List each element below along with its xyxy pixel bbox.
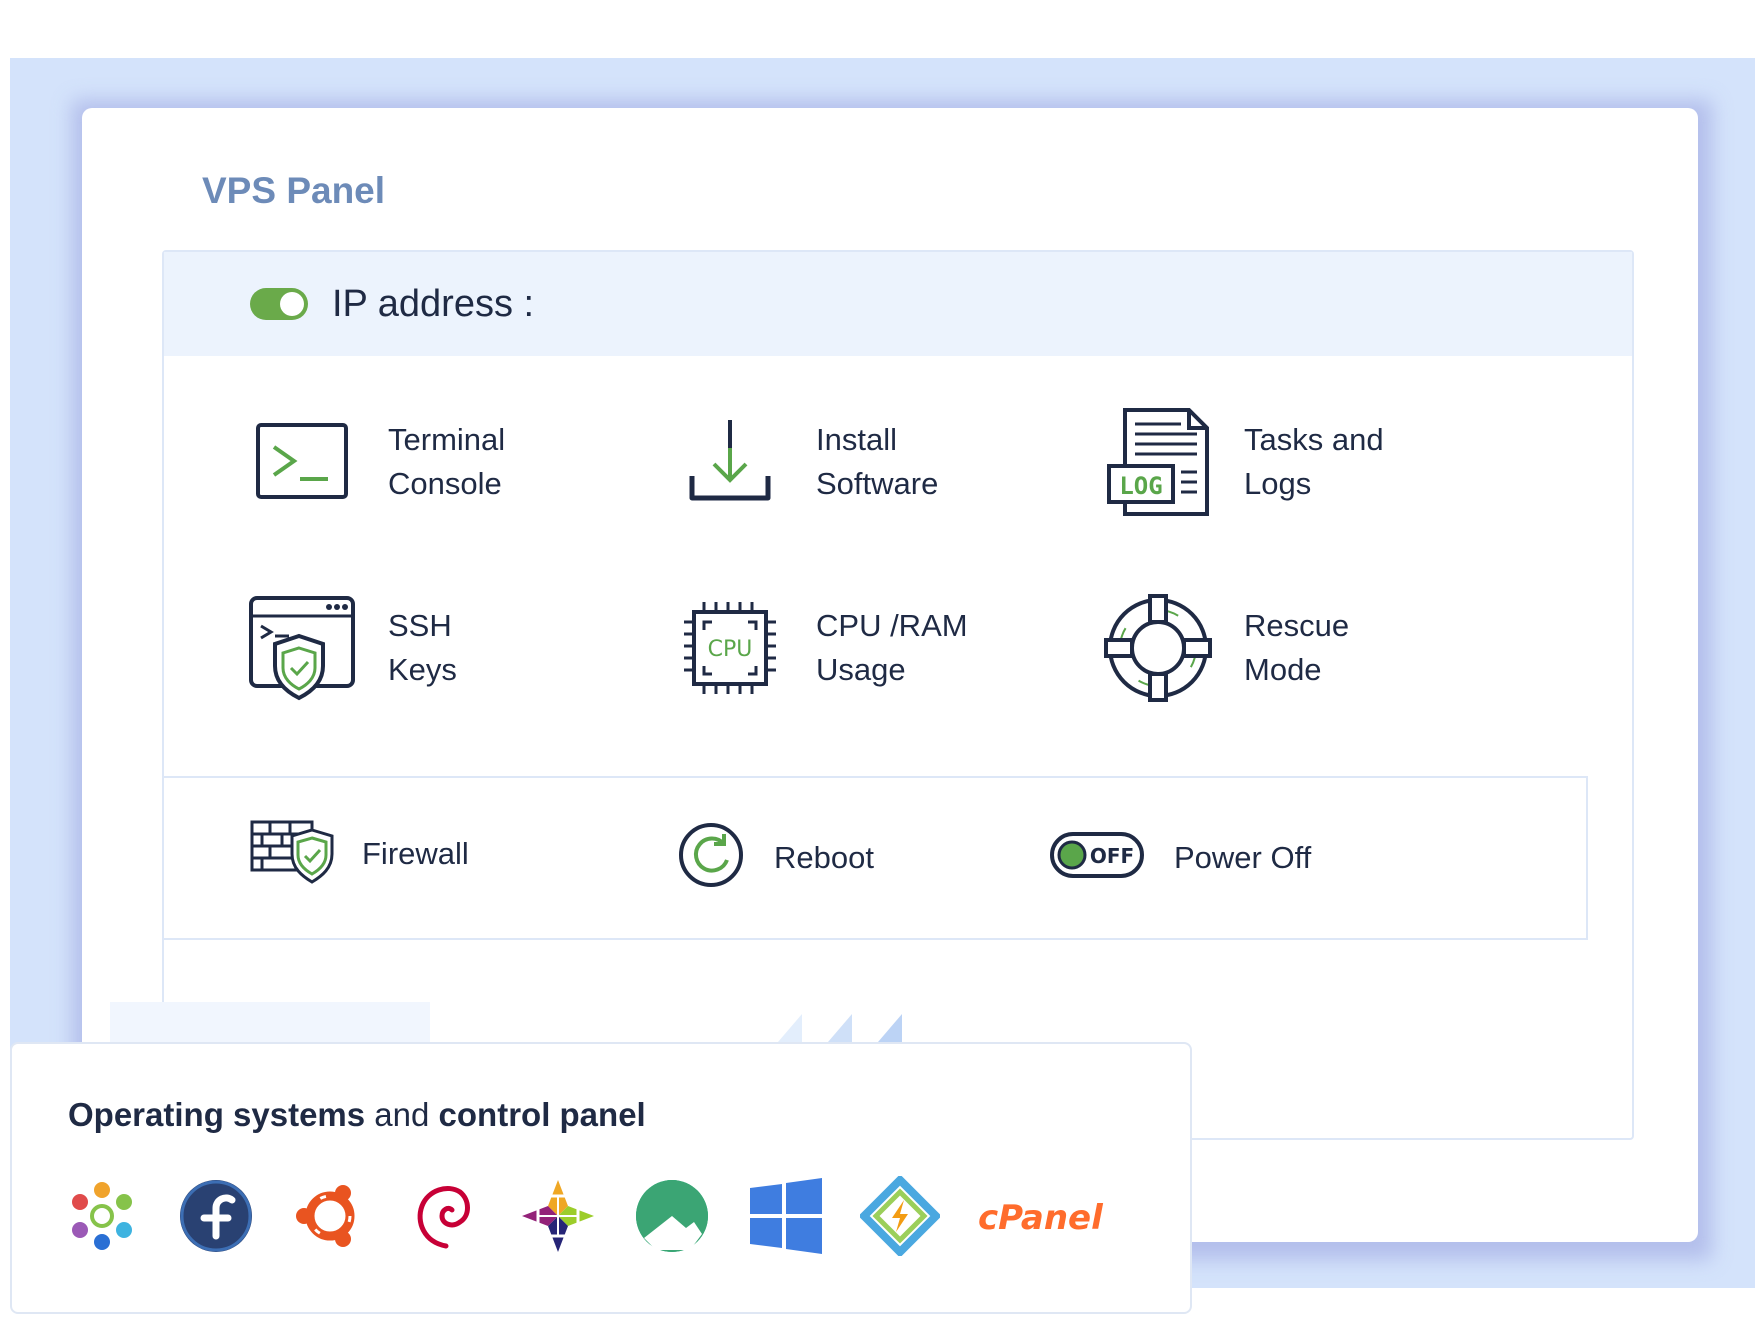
ip-bar: IP address : xyxy=(164,252,1632,356)
feature-cpu-ram-usage[interactable]: CPU CPU /RAM Usage xyxy=(670,588,968,708)
fedora-logo-icon[interactable] xyxy=(176,1176,256,1256)
actions-frame: Firewall Reboot OFF Power Off xyxy=(164,776,1588,940)
feature-label: SSH Keys xyxy=(388,608,457,687)
feature-label: Rescue Mode xyxy=(1244,608,1350,687)
ip-toggle-switch[interactable] xyxy=(250,288,308,320)
reboot-button[interactable]: Reboot xyxy=(678,822,874,893)
feature-label: Tasks and Logs xyxy=(1244,422,1384,501)
cpu-chip-icon: CPU xyxy=(670,588,790,708)
feature-terminal-console[interactable]: Terminal Console xyxy=(242,402,505,522)
feature-label: CPU /RAM Usage xyxy=(816,608,968,687)
debian-logo-icon[interactable] xyxy=(404,1176,484,1256)
windows-logo-icon[interactable] xyxy=(746,1176,826,1256)
action-label: Power Off xyxy=(1174,839,1312,875)
log-file-icon: LOG xyxy=(1098,402,1218,522)
feature-label: Terminal Console xyxy=(388,422,506,501)
firewall-icon xyxy=(250,818,336,889)
cpanel-logo-icon[interactable]: cPanel xyxy=(974,1176,1104,1256)
action-label: Reboot xyxy=(774,839,874,875)
reboot-icon xyxy=(678,822,744,893)
download-icon xyxy=(670,402,790,522)
svg-text:LOG: LOG xyxy=(1119,472,1162,500)
lifebuoy-icon xyxy=(1098,588,1218,708)
page-title: VPS Panel xyxy=(202,170,386,211)
terminal-icon xyxy=(242,402,362,522)
almalinux-logo-icon[interactable] xyxy=(62,1176,142,1256)
centos-logo-icon[interactable] xyxy=(518,1176,598,1256)
feature-install-software[interactable]: Install Software xyxy=(670,402,938,522)
virtualizor-logo-icon[interactable] xyxy=(860,1176,940,1256)
ip-address-label: IP address : xyxy=(332,282,535,325)
os-section-title: Operating systems and control panel xyxy=(68,1096,646,1133)
firewall-button[interactable]: Firewall xyxy=(250,818,469,889)
action-label: Firewall xyxy=(362,835,469,871)
power-off-button[interactable]: OFF Power Off xyxy=(1050,832,1311,883)
feature-ssh-keys[interactable]: SSH Keys xyxy=(242,588,457,708)
ssh-shield-icon xyxy=(242,588,362,708)
os-logos-row: cPanel xyxy=(62,1176,1138,1256)
svg-text:cPanel: cPanel xyxy=(978,1198,1104,1238)
feature-label: Install Software xyxy=(816,422,939,501)
feature-rescue-mode[interactable]: Rescue Mode xyxy=(1098,588,1349,708)
power-toggle-icon: OFF xyxy=(1050,832,1144,883)
os-control-panel-card: Operating systems and control panel cPan… xyxy=(10,1042,1192,1314)
feature-tasks-logs[interactable]: LOG Tasks and Logs xyxy=(1098,402,1384,522)
svg-text:CPU: CPU xyxy=(708,637,753,662)
ubuntu-logo-icon[interactable] xyxy=(290,1176,370,1256)
rockylinux-logo-icon[interactable] xyxy=(632,1176,712,1256)
svg-text:OFF: OFF xyxy=(1090,844,1134,868)
